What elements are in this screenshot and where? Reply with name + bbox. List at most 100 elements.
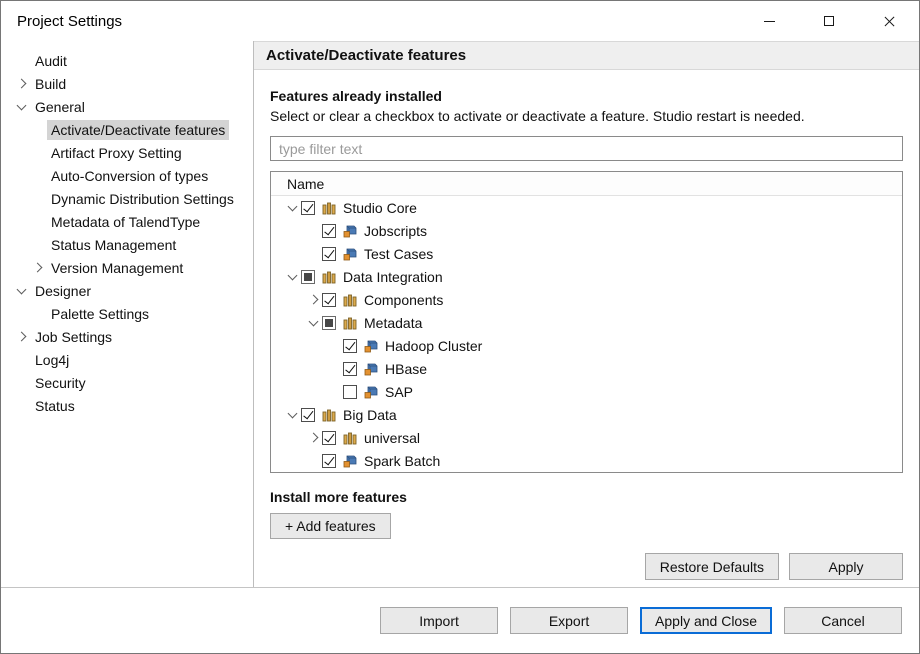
tree-item-big-data[interactable]: Big Data xyxy=(271,403,902,426)
minimize-icon xyxy=(764,21,775,22)
sidebar-item-label: Build xyxy=(31,74,70,94)
sidebar-item-artifact-proxy-setting[interactable]: Artifact Proxy Setting xyxy=(1,141,253,164)
sidebar-item-label: Job Settings xyxy=(31,327,116,347)
feature-checkbox[interactable] xyxy=(301,201,315,215)
feature-category-icon xyxy=(321,407,337,423)
tree-item-metadata[interactable]: Metadata xyxy=(271,311,902,334)
export-button[interactable]: Export xyxy=(510,607,628,634)
chevron-down-icon[interactable] xyxy=(283,413,301,417)
feature-checkbox[interactable] xyxy=(322,454,336,468)
tree-item-label: HBase xyxy=(385,361,427,377)
cancel-button[interactable]: Cancel xyxy=(784,607,902,634)
sidebar-item-label: Palette Settings xyxy=(47,304,153,324)
add-features-button[interactable]: + Add features xyxy=(270,513,391,539)
feature-checkbox[interactable] xyxy=(301,408,315,422)
project-settings-dialog: Project Settings AuditBuild General Activa… xyxy=(0,0,920,654)
dialog-body: AuditBuild General Activate/Deactivate fea… xyxy=(1,41,919,587)
maximize-button[interactable] xyxy=(799,1,859,41)
tree-item-hadoop-cluster[interactable]: Hadoop Cluster xyxy=(271,334,902,357)
tree-item-jobscripts[interactable]: Jobscripts xyxy=(271,219,902,242)
plugin-icon xyxy=(363,361,379,377)
plugin-icon xyxy=(342,223,358,239)
sidebar-item-audit[interactable]: Audit xyxy=(1,49,253,72)
feature-checkbox[interactable] xyxy=(322,247,336,261)
tree-item-label: universal xyxy=(364,430,420,446)
chevron-down-icon[interactable] xyxy=(11,289,31,293)
minimize-button[interactable] xyxy=(739,1,799,41)
features-tree-body: Studio Core Jobscripts Test Cases Data Inte… xyxy=(271,196,902,472)
close-button[interactable] xyxy=(859,1,919,41)
chevron-right-icon[interactable] xyxy=(304,296,322,303)
sidebar-item-job-settings[interactable]: Job Settings xyxy=(1,325,253,348)
feature-category-icon xyxy=(342,430,358,446)
tree-item-studio-core[interactable]: Studio Core xyxy=(271,196,902,219)
feature-checkbox[interactable] xyxy=(322,224,336,238)
sidebar-item-metadata-of-talendtype[interactable]: Metadata of TalendType xyxy=(1,210,253,233)
restore-defaults-button[interactable]: Restore Defaults xyxy=(645,553,779,580)
name-column-header[interactable]: Name xyxy=(271,172,902,196)
chevron-right-icon[interactable] xyxy=(11,333,31,340)
tree-item-label: Jobscripts xyxy=(364,223,427,239)
sidebar-item-activate-deactivate-features[interactable]: Activate/Deactivate features xyxy=(1,118,253,141)
sidebar-item-dynamic-distribution-settings[interactable]: Dynamic Distribution Settings xyxy=(1,187,253,210)
tree-item-hbase[interactable]: HBase xyxy=(271,357,902,380)
feature-checkbox[interactable] xyxy=(343,362,357,376)
sidebar-item-label: Security xyxy=(31,373,90,393)
tree-item-label: Components xyxy=(364,292,443,308)
apply-button[interactable]: Apply xyxy=(789,553,903,580)
sidebar-item-palette-settings[interactable]: Palette Settings xyxy=(1,302,253,325)
feature-checkbox[interactable] xyxy=(322,431,336,445)
dialog-footer: Import Export Apply and Close Cancel xyxy=(1,587,919,653)
sidebar-item-auto-conversion-of-types[interactable]: Auto-Conversion of types xyxy=(1,164,253,187)
feature-checkbox[interactable] xyxy=(322,316,336,330)
feature-checkbox[interactable] xyxy=(301,270,315,284)
import-button[interactable]: Import xyxy=(380,607,498,634)
feature-checkbox[interactable] xyxy=(343,339,357,353)
sidebar-item-status-management[interactable]: Status Management xyxy=(1,233,253,256)
sidebar-item-general[interactable]: General xyxy=(1,95,253,118)
apply-and-close-button[interactable]: Apply and Close xyxy=(640,607,772,634)
chevron-right-icon[interactable] xyxy=(11,80,31,87)
feature-category-icon xyxy=(342,292,358,308)
chevron-right-icon[interactable] xyxy=(27,264,47,271)
chevron-down-icon[interactable] xyxy=(11,105,31,109)
feature-checkbox[interactable] xyxy=(343,385,357,399)
chevron-down-icon[interactable] xyxy=(304,321,322,325)
sidebar-item-status[interactable]: Status xyxy=(1,394,253,417)
feature-category-icon xyxy=(321,269,337,285)
sidebar-item-label: Activate/Deactivate features xyxy=(47,120,229,140)
sidebar-item-label: Metadata of TalendType xyxy=(47,212,204,232)
page-title: Activate/Deactivate features xyxy=(254,41,919,70)
sidebar-item-label: Status xyxy=(31,396,79,416)
sidebar-item-label: Designer xyxy=(31,281,95,301)
sidebar-item-security[interactable]: Security xyxy=(1,371,253,394)
sidebar-item-version-management[interactable]: Version Management xyxy=(1,256,253,279)
tree-item-label: Metadata xyxy=(364,315,422,331)
title-bar[interactable]: Project Settings xyxy=(1,1,919,41)
sidebar-item-label: General xyxy=(31,97,89,117)
close-icon xyxy=(883,15,896,28)
sidebar-item-label: Log4j xyxy=(31,350,73,370)
features-tree: Name Studio Core Jobscripts Test Cases Data… xyxy=(270,171,903,473)
sidebar-item-label: Auto-Conversion of types xyxy=(47,166,212,186)
tree-item-label: Test Cases xyxy=(364,246,433,262)
tree-item-components[interactable]: Components xyxy=(271,288,902,311)
window-controls xyxy=(739,1,919,41)
installed-features-title: Features already installed xyxy=(270,88,903,104)
tree-item-spark-batch[interactable]: Spark Batch xyxy=(271,449,902,472)
plugin-icon xyxy=(342,246,358,262)
sidebar-item-log4j[interactable]: Log4j xyxy=(1,348,253,371)
tree-item-test-cases[interactable]: Test Cases xyxy=(271,242,902,265)
sidebar-item-label: Version Management xyxy=(47,258,187,278)
tree-item-sap[interactable]: SAP xyxy=(271,380,902,403)
install-more-title: Install more features xyxy=(270,489,903,505)
tree-item-data-integration[interactable]: Data Integration xyxy=(271,265,902,288)
feature-checkbox[interactable] xyxy=(322,293,336,307)
chevron-right-icon[interactable] xyxy=(304,434,322,441)
sidebar-item-build[interactable]: Build xyxy=(1,72,253,95)
chevron-down-icon[interactable] xyxy=(283,275,301,279)
sidebar-item-designer[interactable]: Designer xyxy=(1,279,253,302)
chevron-down-icon[interactable] xyxy=(283,206,301,210)
tree-item-universal[interactable]: universal xyxy=(271,426,902,449)
filter-input[interactable] xyxy=(270,136,903,161)
